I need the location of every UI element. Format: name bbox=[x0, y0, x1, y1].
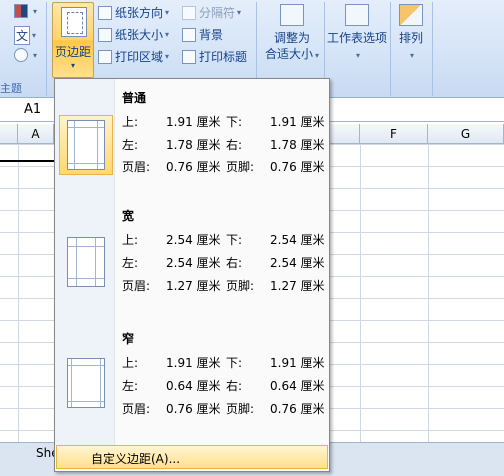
column-header-g[interactable]: G bbox=[428, 124, 504, 144]
print-area-button[interactable]: 打印区域 ▾ bbox=[98, 48, 169, 65]
column-header-f[interactable]: F bbox=[360, 124, 428, 144]
theme-colors-icon bbox=[14, 4, 28, 18]
print-titles-button[interactable]: 打印标题 bbox=[182, 48, 247, 65]
chevron-down-icon: ▾ bbox=[237, 8, 242, 17]
chevron-down-icon: ▾ bbox=[33, 6, 38, 16]
margins-dropdown: 普通 上: 1.91 厘米 下: 1.91 厘米 左: 1.78 厘米 右: 1… bbox=[54, 78, 330, 472]
chevron-down-icon: ▾ bbox=[165, 8, 170, 17]
paper-size-icon bbox=[98, 27, 112, 42]
preset-name: 窄 bbox=[122, 332, 135, 346]
group-separator bbox=[390, 2, 391, 96]
paper-size-label: 纸张大小 bbox=[115, 28, 164, 42]
scale-to-fit-label-line2: 合适大小 bbox=[264, 47, 313, 61]
background-button[interactable]: 背景 bbox=[182, 26, 223, 43]
chevron-down-icon: ▾ bbox=[165, 30, 170, 39]
chevron-down-icon: ▾ bbox=[409, 51, 414, 60]
margins-label: 页边距 bbox=[54, 45, 91, 59]
custom-margins-label: 自定义边距(A)... bbox=[91, 452, 181, 466]
print-titles-icon bbox=[182, 49, 196, 64]
name-box-value: A1 bbox=[24, 102, 42, 117]
background-image-icon bbox=[182, 27, 196, 42]
grid-line bbox=[428, 144, 429, 442]
background-label: 背景 bbox=[199, 28, 224, 42]
breaks-button[interactable]: 分隔符 ▾ bbox=[182, 4, 241, 21]
margin-preset-narrow[interactable]: 窄 上: 1.91 厘米 下: 1.91 厘米 左: 0.64 厘米 右: 0.… bbox=[55, 328, 329, 446]
sheet-options-button[interactable]: 工作表选项 ▾ bbox=[326, 4, 388, 64]
breaks-label: 分隔符 bbox=[199, 6, 236, 20]
grid-line bbox=[360, 144, 361, 442]
chevron-down-icon: ▾ bbox=[70, 61, 75, 70]
chevron-down-icon: ▾ bbox=[32, 31, 37, 40]
margins-button[interactable]: 页边距 ▾ bbox=[52, 2, 94, 78]
theme-effects-icon bbox=[14, 48, 28, 62]
chevron-down-icon: ▾ bbox=[355, 51, 360, 60]
custom-margins-menu-item[interactable]: 自定义边距(A)... bbox=[56, 445, 328, 469]
arrange-label: 排列 bbox=[398, 31, 423, 45]
group-separator bbox=[46, 2, 47, 96]
page-margins-icon bbox=[61, 7, 87, 37]
arrange-button[interactable]: 排列 ▾ bbox=[394, 4, 428, 64]
print-area-icon bbox=[98, 49, 112, 64]
theme-effects-button[interactable]: ▾ bbox=[14, 48, 37, 62]
chevron-down-icon: ▾ bbox=[33, 50, 38, 60]
scale-to-fit-icon bbox=[280, 4, 304, 26]
sheet-options-label: 工作表选项 bbox=[326, 31, 387, 45]
theme-fonts-label: 文 bbox=[14, 26, 31, 45]
scale-to-fit-label-line1: 调整为 bbox=[273, 31, 310, 45]
sheet-options-icon bbox=[345, 4, 369, 26]
column-header-e[interactable] bbox=[330, 124, 360, 144]
theme-colors-button[interactable]: ▾ bbox=[14, 4, 37, 18]
margin-preset-normal[interactable]: 普通 上: 1.91 厘米 下: 1.91 厘米 左: 1.78 厘米 右: 1… bbox=[55, 81, 329, 199]
paper-size-button[interactable]: 纸张大小 ▾ bbox=[98, 26, 169, 43]
active-cell-border bbox=[0, 160, 54, 162]
scale-to-fit-button[interactable]: 调整为 合适大小 ▾ bbox=[262, 4, 322, 64]
select-all-corner[interactable] bbox=[0, 124, 18, 144]
preset-name: 普通 bbox=[122, 91, 147, 105]
chevron-down-icon: ▾ bbox=[165, 52, 170, 61]
page-thumbnail-icon bbox=[67, 237, 105, 287]
orientation-button[interactable]: 纸张方向 ▾ bbox=[98, 4, 169, 21]
grid-line bbox=[18, 144, 19, 442]
page-thumbnail-icon bbox=[67, 358, 105, 408]
preset-name: 宽 bbox=[122, 209, 135, 223]
theme-fonts-button[interactable]: 文 ▾ bbox=[14, 26, 36, 45]
chevron-down-icon: ▾ bbox=[315, 51, 320, 60]
column-header-a[interactable]: A bbox=[18, 124, 54, 144]
print-titles-label: 打印标题 bbox=[199, 50, 248, 64]
orientation-label: 纸张方向 bbox=[115, 6, 164, 20]
themes-group-label: 主题 bbox=[0, 82, 22, 95]
page-thumbnail-icon bbox=[67, 120, 105, 170]
breaks-icon bbox=[182, 5, 196, 20]
orientation-icon bbox=[98, 5, 112, 20]
group-separator bbox=[432, 2, 433, 96]
margin-preset-wide[interactable]: 宽 上: 2.54 厘米 下: 2.54 厘米 左: 2.54 厘米 右: 2.… bbox=[55, 207, 329, 325]
arrange-icon bbox=[399, 4, 423, 26]
print-area-label: 打印区域 bbox=[115, 50, 164, 64]
